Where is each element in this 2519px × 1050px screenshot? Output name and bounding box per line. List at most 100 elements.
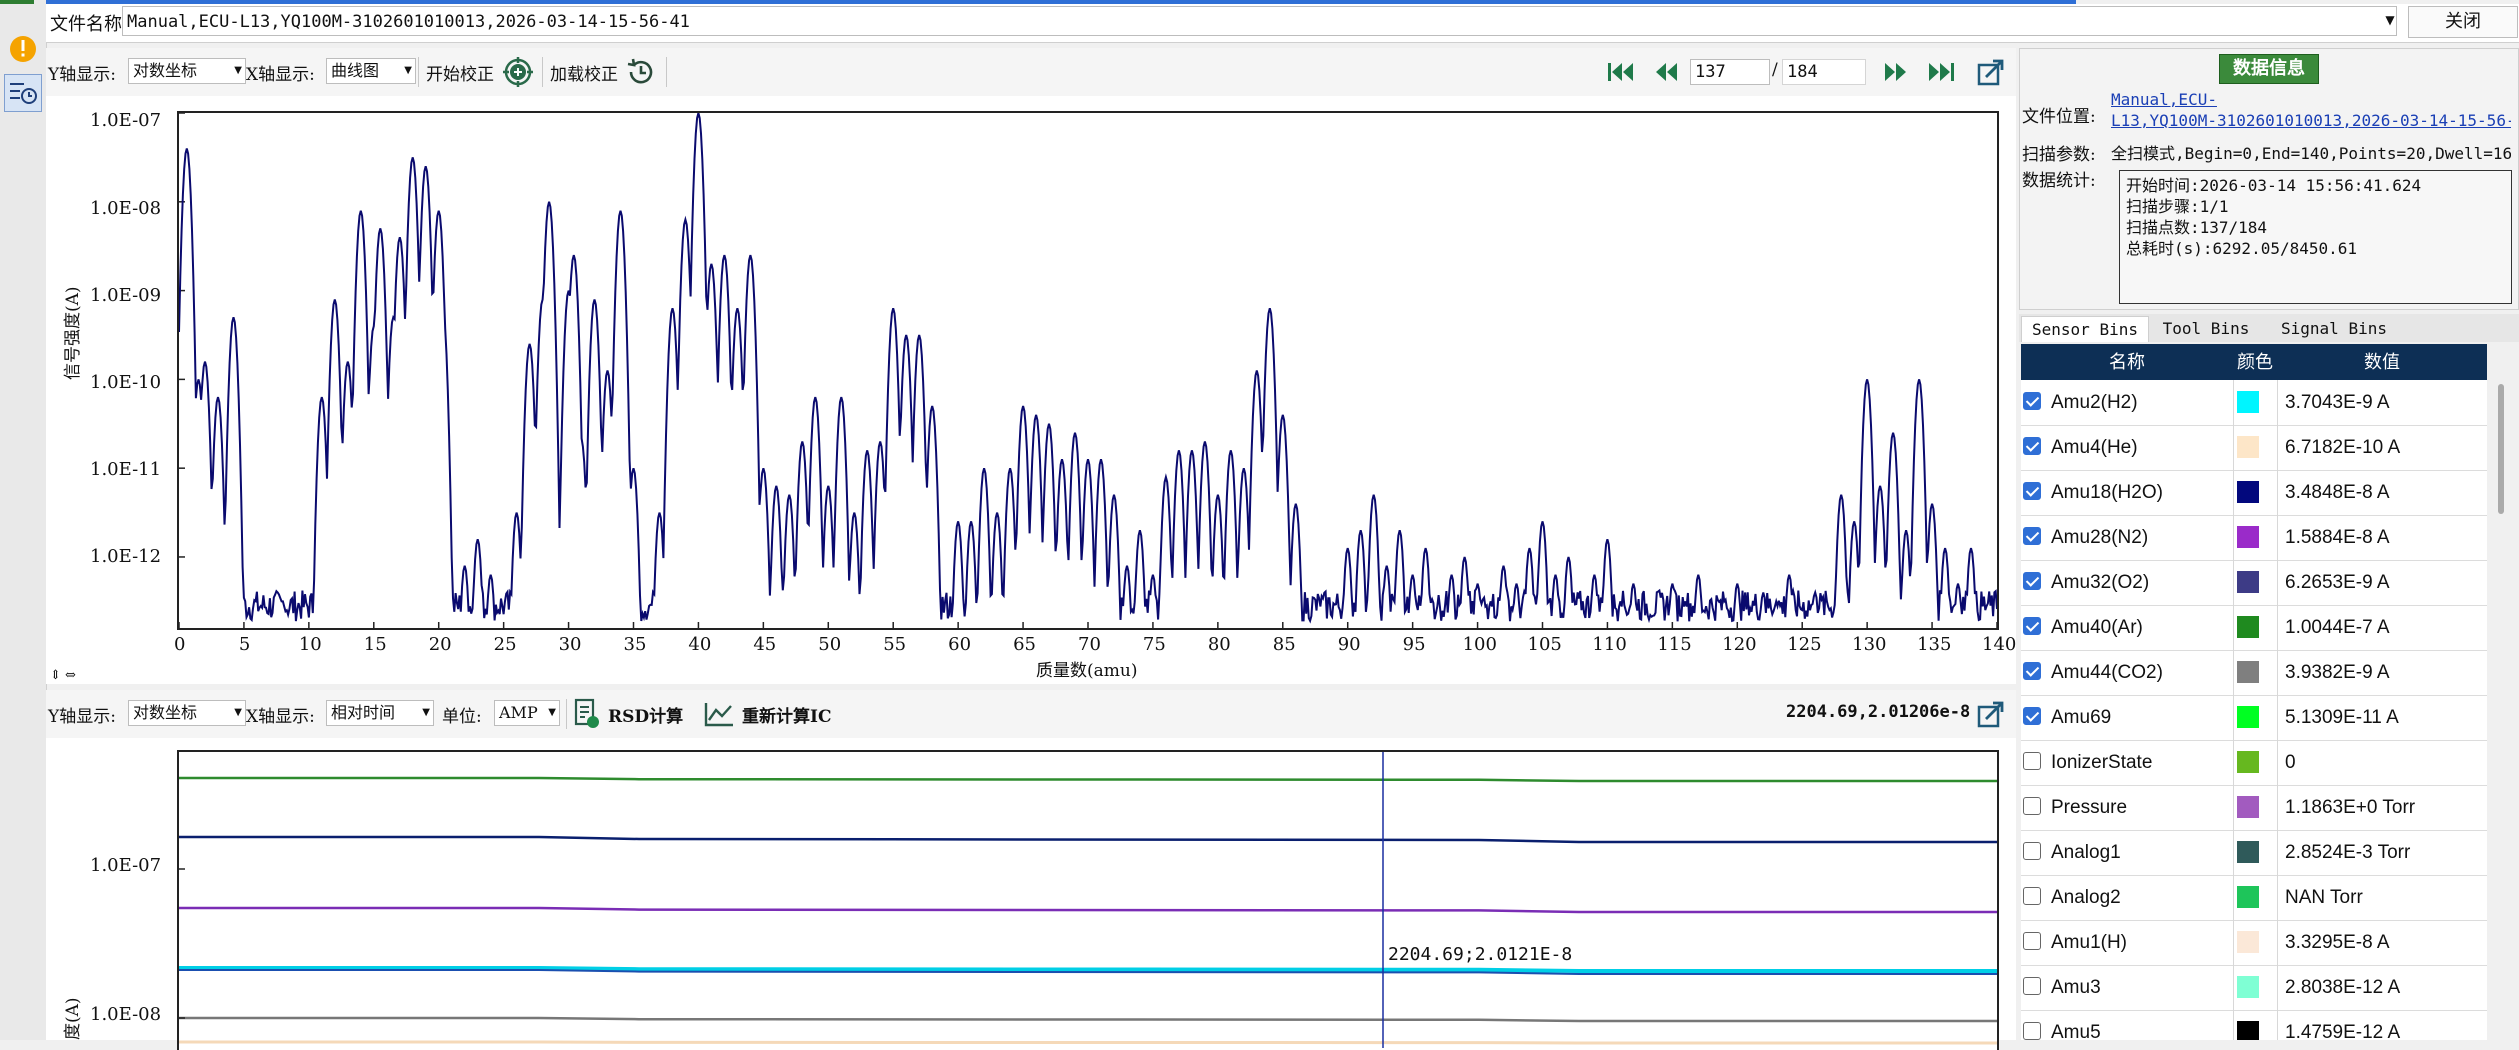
trend-series-line <box>179 835 1997 844</box>
row-checkbox[interactable] <box>2023 662 2041 680</box>
row-color-swatch[interactable] <box>2237 931 2259 953</box>
row-checkbox[interactable] <box>2023 707 2041 725</box>
file-name-label: 文件名称 <box>50 14 122 35</box>
spectrum-x-axis-title: 质量数(amu) <box>1036 661 1138 681</box>
trend-x-axis-select[interactable]: 相对时间 ▼ <box>326 700 434 726</box>
file-name-select[interactable]: Manual,ECU-L13,YQ100M-3102601010013,2026… <box>122 6 2397 36</box>
scrollbar-thumb[interactable] <box>2498 384 2504 514</box>
row-color-swatch[interactable] <box>2237 481 2259 503</box>
row-color-swatch[interactable] <box>2237 751 2259 773</box>
table-row[interactable]: Amu2(H2) 3.7043E-9 A <box>2021 380 2487 426</box>
x-axis-select[interactable]: 曲线图 ▼ <box>326 58 416 84</box>
tab-tool-bins[interactable]: Tool Bins <box>2151 316 2261 342</box>
line-chart-icon[interactable] <box>702 697 736 731</box>
row-color-swatch[interactable] <box>2237 526 2259 548</box>
table-row[interactable]: Amu32(O2) 6.2653E-9 A <box>2021 560 2487 606</box>
export-icon[interactable] <box>1974 55 2008 89</box>
page-current-input[interactable]: 137 <box>1690 59 1770 85</box>
x-axis-label: X轴显示: <box>246 707 315 727</box>
first-page-icon[interactable] <box>1604 55 1638 89</box>
y-axis-select[interactable]: 对数坐标 ▼ <box>128 58 246 84</box>
table-row[interactable]: Amu1(H) 3.3295E-8 A <box>2021 920 2487 966</box>
rsd-calc-icon[interactable] <box>570 697 604 731</box>
row-checkbox[interactable] <box>2023 887 2041 905</box>
history-list-icon[interactable] <box>4 74 42 112</box>
column-divider <box>2277 380 2278 1040</box>
row-color-swatch[interactable] <box>2237 796 2259 818</box>
load-calibration-label[interactable]: 加载校正 <box>550 60 618 85</box>
start-calibration-label[interactable]: 开始校正 <box>426 60 494 85</box>
last-page-icon[interactable] <box>1924 55 1958 89</box>
row-checkbox[interactable] <box>2023 437 2041 455</box>
recalculate-ic-button[interactable]: 重新计算IC <box>742 702 831 727</box>
warning-icon[interactable] <box>4 30 42 68</box>
trend-y-axis-select[interactable]: 对数坐标 ▼ <box>128 700 246 726</box>
page-separator: / <box>1772 60 1778 80</box>
unit-value: AMP <box>499 703 538 722</box>
next-page-icon[interactable] <box>1878 55 1912 89</box>
divider <box>666 57 667 87</box>
table-row[interactable]: Amu5 1.4759E-12 A <box>2021 1010 2487 1040</box>
row-checkbox[interactable] <box>2023 617 2041 635</box>
row-checkbox[interactable] <box>2023 752 2041 770</box>
divider <box>542 57 543 87</box>
row-color-swatch[interactable] <box>2237 661 2259 683</box>
table-row[interactable]: Amu69 5.1309E-11 A <box>2021 695 2487 741</box>
table-row[interactable]: Amu28(N2) 1.5884E-8 A <box>2021 515 2487 561</box>
tab-signal-bins[interactable]: Signal Bins <box>2269 316 2399 342</box>
table-row[interactable]: Amu18(H2O) 3.4848E-8 A <box>2021 470 2487 516</box>
row-checkbox[interactable] <box>2023 797 2041 815</box>
row-color-swatch[interactable] <box>2237 616 2259 638</box>
row-color-swatch[interactable] <box>2237 1021 2259 1040</box>
row-checkbox[interactable] <box>2023 572 2041 590</box>
chevron-down-icon[interactable]: ▼ <box>2380 8 2400 32</box>
close-button[interactable]: 关闭 <box>2408 6 2518 38</box>
table-row[interactable]: Amu3 2.8038E-12 A <box>2021 965 2487 1011</box>
row-color-swatch[interactable] <box>2237 436 2259 458</box>
row-checkbox[interactable] <box>2023 932 2041 950</box>
table-row[interactable]: Amu40(Ar) 1.0044E-7 A <box>2021 605 2487 651</box>
row-name: Amu28(N2) <box>2051 527 2149 548</box>
row-checkbox[interactable] <box>2023 482 2041 500</box>
table-row[interactable]: Amu44(CO2) 3.9382E-9 A <box>2021 650 2487 696</box>
history-icon[interactable] <box>624 55 658 89</box>
row-color-swatch[interactable] <box>2237 391 2259 413</box>
tab-sensor-bins[interactable]: Sensor Bins <box>2021 316 2149 342</box>
data-info-title: 数据信息 <box>2219 54 2319 84</box>
row-color-swatch[interactable] <box>2237 571 2259 593</box>
export-icon[interactable] <box>1974 697 2008 731</box>
target-icon[interactable] <box>501 55 535 89</box>
row-color-swatch[interactable] <box>2237 841 2259 863</box>
previous-page-icon[interactable] <box>1650 55 1684 89</box>
trend-y-axis-value: 对数坐标 <box>133 703 198 722</box>
spectrum-x-tick: 70 <box>1078 634 1101 655</box>
unit-select[interactable]: AMP ▼ <box>494 700 560 726</box>
chevron-down-icon: ▼ <box>422 707 430 718</box>
spectrum-plot-frame <box>177 111 1999 630</box>
spectrum-x-tick: 60 <box>948 634 972 655</box>
row-color-swatch[interactable] <box>2237 706 2259 728</box>
table-row[interactable]: Pressure 1.1863E+0 Torr <box>2021 785 2487 831</box>
row-color-swatch[interactable] <box>2237 886 2259 908</box>
table-row[interactable]: IonizerState 0 <box>2021 740 2487 786</box>
row-color-swatch[interactable] <box>2237 976 2259 998</box>
row-checkbox[interactable] <box>2023 1022 2041 1040</box>
stats-elapsed: 总耗时(s):6292.05/8450.61 <box>2126 239 2358 258</box>
table-row[interactable]: Analog2 NAN Torr <box>2021 875 2487 921</box>
spectrum-x-tick: 45 <box>753 634 777 655</box>
file-location-link[interactable]: Manual,ECU- <box>2111 90 2217 109</box>
row-value: NAN Torr <box>2285 887 2363 908</box>
rsd-calc-button[interactable]: RSD计算 <box>608 702 683 727</box>
row-checkbox[interactable] <box>2023 527 2041 545</box>
row-value: 3.7043E-9 A <box>2285 392 2390 413</box>
row-checkbox[interactable] <box>2023 392 2041 410</box>
spectrum-y-tick: 1.0E-09 <box>90 285 162 306</box>
table-row[interactable]: Amu4(He) 6.7182E-10 A <box>2021 425 2487 471</box>
table-row[interactable]: Analog1 2.8524E-3 Torr <box>2021 830 2487 876</box>
splitter-handle-icon[interactable]: ⇕ ⇔ <box>50 668 76 683</box>
file-location-link-line2[interactable]: L13,YQ100M-3102601010013,2026-03-14-15-5… <box>2111 111 2511 130</box>
row-name: Amu4(He) <box>2051 437 2138 458</box>
trend-plot-frame[interactable] <box>177 750 1999 1050</box>
row-checkbox[interactable] <box>2023 842 2041 860</box>
row-checkbox[interactable] <box>2023 977 2041 995</box>
